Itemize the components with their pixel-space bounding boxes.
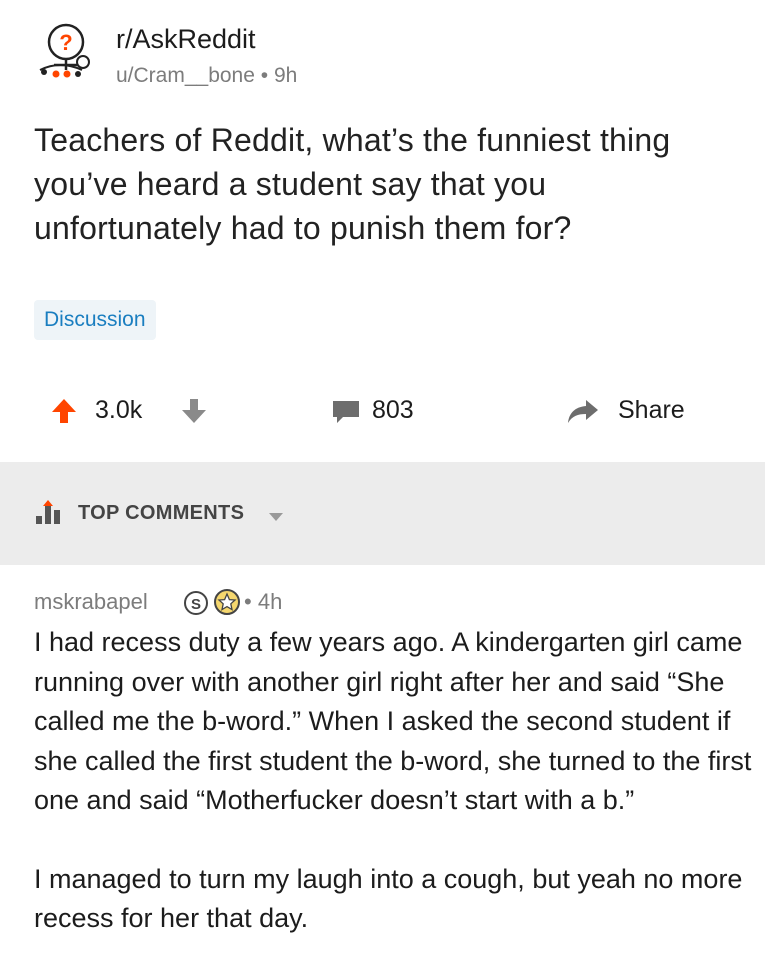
top-comment: mskrabapel S • 4h I had recess duty a fe… xyxy=(0,565,765,960)
post-flair[interactable]: Discussion xyxy=(34,300,156,340)
comment-count[interactable]: 803 xyxy=(372,396,414,425)
post-age: 9h xyxy=(273,64,298,87)
gold-award-icon xyxy=(213,588,241,621)
upvote-icon[interactable] xyxy=(50,397,78,430)
award-badge-icon: S xyxy=(183,590,209,621)
post-title[interactable]: Teachers of Reddit, what’s the funniest … xyxy=(34,118,734,250)
svg-text:?: ? xyxy=(59,30,72,55)
sort-bars-icon xyxy=(36,500,70,529)
comment-body: I had recess duty a few years ago. A kin… xyxy=(34,623,754,939)
post-meta: u/Cram__bone • 9h xyxy=(116,64,297,88)
comment-age: • 4h xyxy=(244,589,283,614)
subreddit-name[interactable]: r/AskReddit xyxy=(116,24,256,55)
sort-label[interactable]: TOP COMMENTS xyxy=(78,502,244,525)
comment-paragraph: I managed to turn my laugh into a cough,… xyxy=(34,863,743,934)
comment-username[interactable]: mskrabapel xyxy=(34,589,148,615)
comment-age-value: 4h xyxy=(257,589,283,614)
askreddit-snoo-icon[interactable]: ? xyxy=(36,20,104,82)
svg-text:S: S xyxy=(191,596,201,613)
comment-sort-bar[interactable]: TOP COMMENTS xyxy=(0,462,765,565)
downvote-icon[interactable] xyxy=(180,397,208,430)
post-card: ? r/AskReddit u/Cram__bone • 9h Teachers… xyxy=(0,0,765,462)
comment-paragraph: I had recess duty a few years ago. A kin… xyxy=(34,627,752,815)
author-link[interactable]: u/Cram__bone xyxy=(116,64,255,87)
meta-separator: • xyxy=(254,64,274,87)
vote-score: 3.0k xyxy=(95,396,143,424)
share-arrow-icon[interactable] xyxy=(566,398,600,429)
post-action-bar: 3.0k 803 Share xyxy=(0,388,765,434)
comment-bubble-icon[interactable] xyxy=(331,399,361,430)
chevron-down-icon[interactable] xyxy=(268,509,284,527)
share-button[interactable]: Share xyxy=(618,396,685,425)
